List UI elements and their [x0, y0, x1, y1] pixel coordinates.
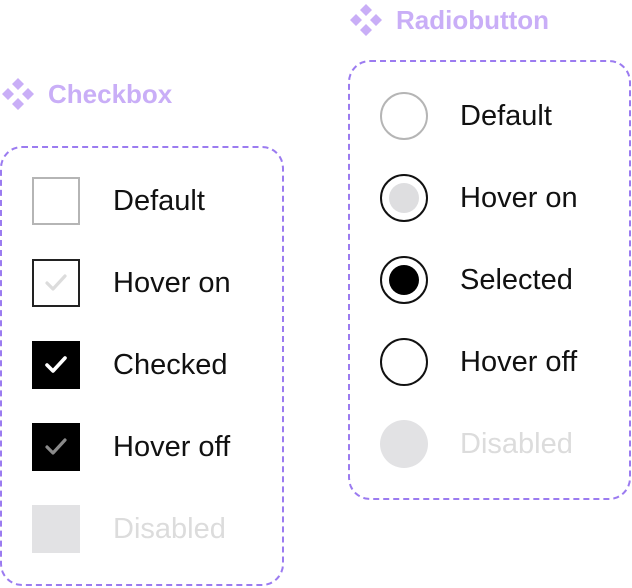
radio-label-disabled: Disabled: [460, 427, 573, 460]
radio-default[interactable]: [380, 92, 428, 140]
checkbox-row-hover-off[interactable]: Hover off: [32, 423, 230, 471]
radio-row-selected[interactable]: Selected: [380, 256, 573, 304]
radio-hover-off[interactable]: [380, 338, 428, 386]
radio-label-default: Default: [460, 99, 552, 132]
radio-row-hover-on[interactable]: Hover on: [380, 174, 578, 222]
checkbox-checked[interactable]: [32, 341, 80, 389]
checkbox-label-hover-off: Hover off: [113, 430, 231, 463]
checkbox-label-disabled: Disabled: [113, 512, 226, 545]
checkbox-row-hover-on[interactable]: Hover on: [32, 259, 231, 307]
radio-row-default[interactable]: Default: [380, 92, 552, 140]
component-diamond-icon: [2, 78, 34, 110]
radio-label-hover-off: Hover off: [460, 345, 578, 378]
checkmark-icon: [45, 438, 67, 455]
checkbox-hover-off[interactable]: [32, 423, 80, 471]
radiobutton-title: Radiobutton: [348, 2, 549, 38]
checkbox-default[interactable]: [32, 177, 80, 225]
radio-label-hover-on: Hover on: [460, 181, 578, 214]
checkbox-title-text: Checkbox: [48, 78, 173, 109]
checkbox-row-default[interactable]: Default: [32, 177, 205, 225]
component-diamond-icon: [350, 4, 382, 36]
checkbox-label-hover-on: Hover on: [113, 266, 231, 299]
checkbox-title: Checkbox: [0, 76, 172, 112]
checkbox-row-disabled: Disabled: [32, 505, 226, 553]
radiobutton-title-text: Radiobutton: [396, 4, 550, 35]
radio-label-selected: Selected: [460, 263, 573, 296]
checkbox-label-checked: Checked: [113, 348, 228, 381]
checkbox-hover-on[interactable]: [32, 259, 80, 307]
radio-row-hover-off[interactable]: Hover off: [380, 338, 577, 386]
checkmark-icon: [45, 356, 67, 373]
checkmark-icon: [45, 274, 67, 291]
radio-hover-on[interactable]: [380, 174, 428, 222]
radio-selected[interactable]: [380, 256, 428, 304]
radio-disabled: [380, 420, 428, 468]
checkbox-row-checked[interactable]: Checked: [32, 341, 227, 389]
checkbox-label-default: Default: [113, 184, 205, 217]
radio-row-disabled: Disabled: [380, 420, 573, 468]
checkbox-disabled: [32, 505, 80, 553]
